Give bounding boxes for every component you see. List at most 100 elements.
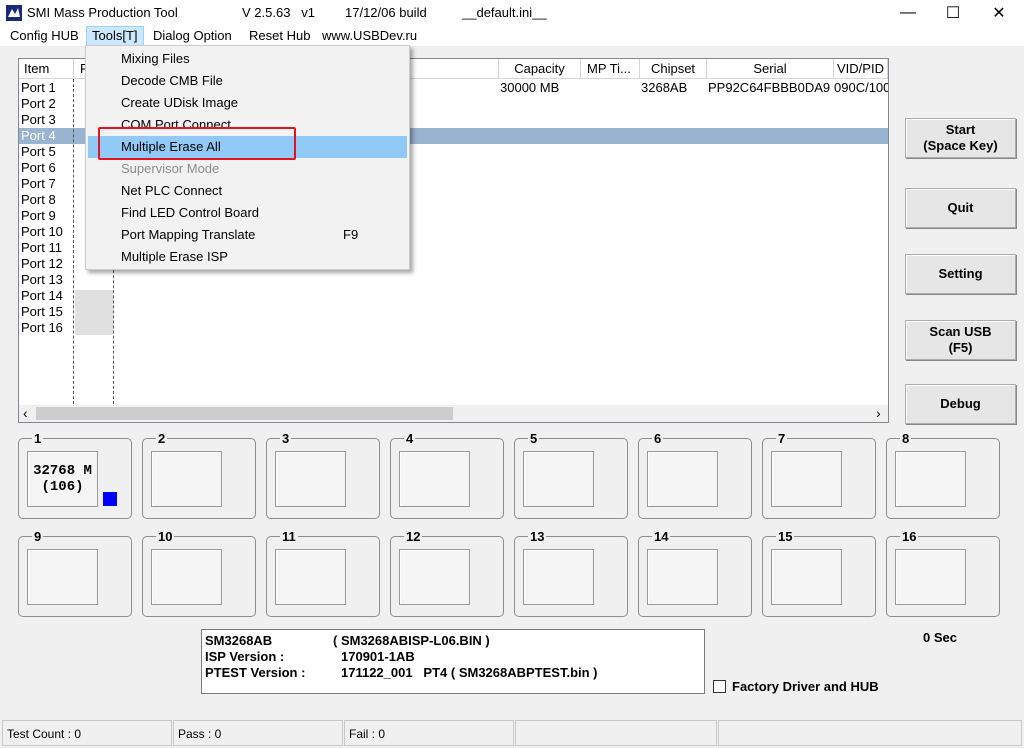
factory-driver-checkbox[interactable] [713, 680, 726, 693]
column-header-mp-time[interactable]: MP Ti... [581, 59, 640, 79]
menu-reset-hub[interactable]: Reset Hub [244, 26, 315, 46]
port-box-number: 9 [32, 529, 44, 545]
port-box-10[interactable]: 10 [142, 529, 256, 617]
menu-item-decode-cmb[interactable]: Decode CMB File [88, 70, 407, 92]
list-item[interactable]: Port 2 [21, 96, 56, 112]
port-box-15[interactable]: 15 [762, 529, 876, 617]
port-box-display [523, 549, 594, 605]
port-box-number: 5 [528, 431, 540, 447]
menu-item-create-udisk-image[interactable]: Create UDisk Image [88, 92, 407, 114]
list-item[interactable]: Port 1 [21, 80, 56, 96]
ptest-version-value: 171122_001 PT4 ( SM3268ABPTEST.bin ) [341, 665, 598, 680]
setting-button[interactable]: Setting [905, 254, 1016, 294]
highlight-annotation-box [98, 127, 296, 160]
port-box-number: 14 [652, 529, 671, 545]
port-box-16[interactable]: 16 [886, 529, 1000, 617]
port-box-number: 7 [776, 431, 788, 447]
list-item[interactable]: Port 15 [21, 304, 63, 320]
quit-button[interactable]: Quit [905, 188, 1016, 228]
scroll-left-icon[interactable]: ‹ [23, 405, 28, 422]
port-box-4[interactable]: 4 [390, 431, 504, 519]
port-box-2[interactable]: 2 [142, 431, 256, 519]
scroll-right-icon[interactable]: › [876, 405, 881, 422]
port-box-9[interactable]: 9 [18, 529, 132, 617]
list-item[interactable]: Port 9 [21, 208, 56, 224]
list-item[interactable]: Port 7 [21, 176, 56, 192]
row-progress-cells [75, 290, 113, 335]
list-item[interactable]: Port 4 [21, 128, 56, 144]
list-item[interactable]: Port 13 [21, 272, 63, 288]
menu-dialog-option[interactable]: Dialog Option [148, 26, 237, 46]
debug-button-label: Debug [940, 396, 981, 411]
status-fail: Fail : 0 [344, 720, 514, 746]
port-box-number: 11 [280, 529, 298, 545]
ptest-version-label: PTEST Version : [205, 665, 306, 680]
column-header-serial[interactable]: Serial [707, 59, 834, 79]
scrollbar-thumb[interactable] [36, 407, 453, 420]
scan-usb-button[interactable]: Scan USB (F5) [905, 320, 1016, 360]
column-header-vidpid[interactable]: VID/PID [834, 59, 888, 79]
close-icon: ✕ [992, 5, 1006, 22]
menu-item-net-plc-connect[interactable]: Net PLC Connect [88, 180, 407, 202]
column-header-item[interactable]: Item [19, 59, 74, 79]
menu-item-mixing-files[interactable]: Mixing Files [88, 48, 407, 70]
column-header-capacity[interactable]: Capacity [499, 59, 581, 79]
port-box-6[interactable]: 6 [638, 431, 752, 519]
port-box-12[interactable]: 12 [390, 529, 504, 617]
debug-button[interactable]: Debug [905, 384, 1016, 424]
menu-website[interactable]: www.USBDev.ru [317, 26, 422, 46]
port-box-display [771, 451, 842, 507]
port-box-number: 15 [776, 529, 795, 545]
list-item[interactable]: Port 8 [21, 192, 56, 208]
list-item[interactable]: Port 6 [21, 160, 56, 176]
start-button-sublabel: (Space Key) [923, 138, 998, 153]
window-title: SMI Mass Production Tool [27, 5, 178, 20]
menu-bar: Config HUB Tools[T] Dialog Option Reset … [0, 26, 1024, 46]
port-box-13[interactable]: 13 [514, 529, 628, 617]
minimize-icon: — [900, 4, 916, 21]
port-box-display [647, 549, 718, 605]
port-box-3[interactable]: 3 [266, 431, 380, 519]
port-box-display [27, 549, 98, 605]
menu-item-label: Create UDisk Image [121, 95, 239, 110]
port-box-8[interactable]: 8 [886, 431, 1000, 519]
list-item[interactable]: Port 5 [21, 144, 56, 160]
list-item[interactable]: Port 12 [21, 256, 63, 272]
port-box-7[interactable]: 7 [762, 431, 876, 519]
port-box-11[interactable]: 11 [266, 529, 380, 617]
list-item[interactable]: Port 10 [21, 224, 63, 240]
minimize-button[interactable]: — [885, 0, 931, 26]
port-box-number: 8 [900, 431, 912, 447]
column-header-chipset[interactable]: Chipset [640, 59, 707, 79]
start-button[interactable]: Start (Space Key) [905, 118, 1016, 158]
port-box-1[interactable]: 1 32768 M (106) [18, 431, 132, 519]
status-pane-empty [515, 720, 717, 746]
port-box-number: 13 [528, 529, 547, 545]
list-item[interactable]: Port 11 [21, 240, 62, 256]
list-item[interactable]: Port 3 [21, 112, 56, 128]
list-item[interactable]: Port 14 [21, 288, 63, 304]
menu-config-hub[interactable]: Config HUB [5, 26, 84, 46]
scan-usb-button-sublabel: (F5) [948, 340, 973, 355]
menu-item-label: Net PLC Connect [121, 183, 223, 198]
factory-driver-label: Factory Driver and HUB [732, 679, 879, 694]
menu-item-multiple-erase-isp[interactable]: Multiple Erase ISP [88, 246, 407, 268]
title-bar: SMI Mass Production Tool V 2.5.63 v1 17/… [0, 0, 1024, 26]
menu-tools[interactable]: Tools[T] [86, 26, 144, 46]
port-box-display [275, 549, 346, 605]
menu-item-find-led-control-board[interactable]: Find LED Control Board [88, 202, 407, 224]
maximize-button[interactable]: ☐ [930, 0, 976, 26]
menu-item-supervisor-mode: Supervisor Mode [88, 158, 407, 180]
cell-chipset: 3268AB [641, 80, 688, 95]
horizontal-scrollbar[interactable]: ‹ › [19, 405, 888, 422]
close-button[interactable]: ✕ [976, 0, 1022, 26]
port-box-display [151, 549, 222, 605]
port-box-number: 12 [404, 529, 423, 545]
port-box-14[interactable]: 14 [638, 529, 752, 617]
port-status-indicator [103, 492, 117, 506]
start-button-label: Start [945, 122, 976, 137]
port-box-5[interactable]: 5 [514, 431, 628, 519]
menu-item-port-mapping-translate[interactable]: Port Mapping Translate F9 [88, 224, 407, 246]
list-item[interactable]: Port 16 [21, 320, 63, 336]
isp-file: ( SM3268ABISP-L06.BIN ) [333, 633, 490, 648]
